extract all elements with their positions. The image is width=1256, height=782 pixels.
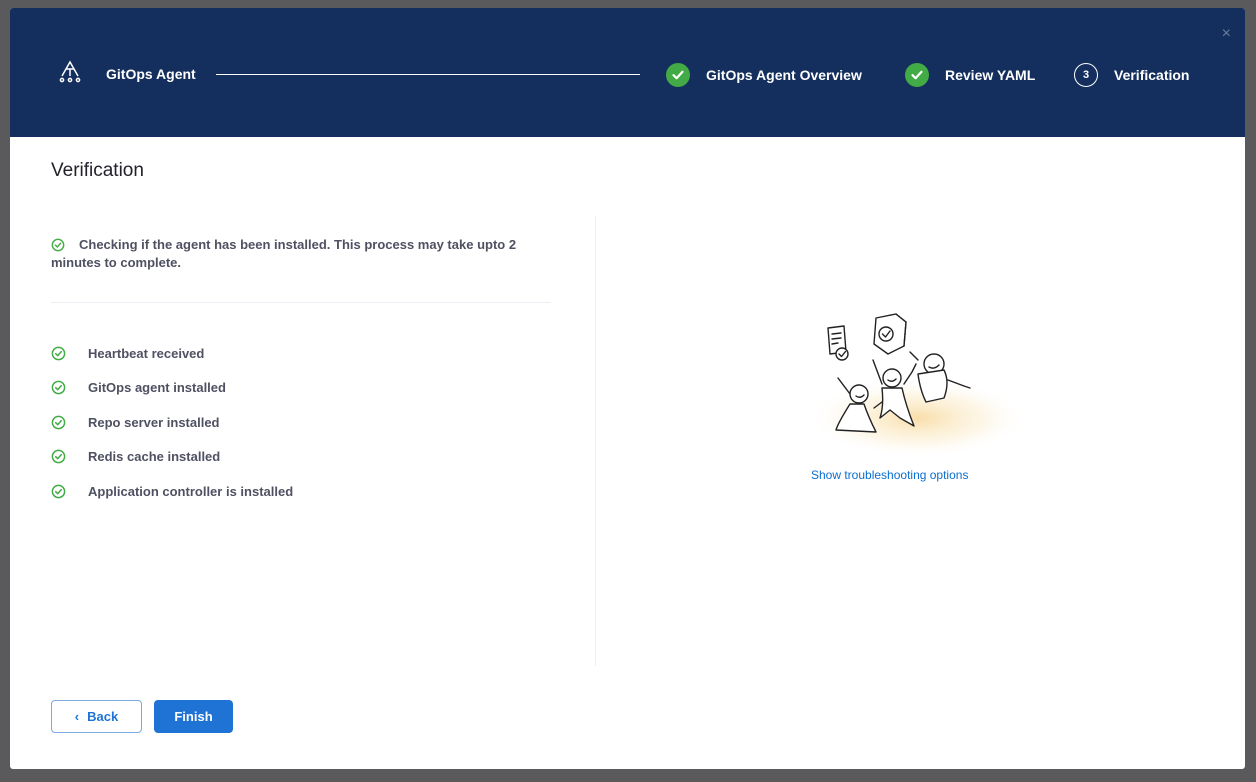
list-item: Heartbeat received — [51, 336, 293, 371]
install-status: Checking if the agent has been installed… — [51, 236, 551, 272]
step-label: Review YAML — [945, 67, 1036, 83]
page-title: Verification — [51, 160, 144, 181]
check-circle-icon — [51, 238, 65, 252]
check-list: Heartbeat received GitOps agent installe… — [51, 336, 293, 509]
chevron-left-icon: ‹ — [74, 709, 80, 724]
gitops-agent-icon — [59, 60, 81, 83]
list-item: Application controller is installed — [51, 474, 293, 509]
check-circle-icon — [51, 380, 66, 395]
agent-title: GitOps Agent — [106, 66, 196, 82]
check-circle-icon — [51, 484, 66, 499]
step-label: GitOps Agent Overview — [706, 67, 862, 83]
check-label: Repo server installed — [88, 414, 220, 430]
check-label: Redis cache installed — [88, 449, 221, 465]
check-label: GitOps agent installed — [88, 380, 226, 396]
list-item: Redis cache installed — [51, 440, 293, 475]
status-intro-text: Checking if the agent has been installed… — [51, 237, 517, 270]
check-circle-icon — [905, 63, 929, 87]
column-divider — [595, 216, 596, 666]
check-circle-icon — [666, 63, 690, 87]
step-gitops-agent-overview[interactable]: GitOps Agent Overview — [666, 62, 862, 88]
back-button[interactable]: ‹ Back — [51, 700, 142, 733]
list-item: Repo server installed — [51, 405, 293, 440]
progress-line — [216, 74, 640, 75]
list-item: GitOps agent installed — [51, 371, 293, 406]
status-intro: Checking if the agent has been installed… — [51, 236, 551, 272]
check-label: Application controller is installed — [88, 483, 294, 499]
check-circle-icon — [51, 415, 66, 430]
show-troubleshooting-link[interactable]: Show troubleshooting options — [811, 468, 968, 482]
back-button-label: Back — [87, 709, 119, 724]
check-circle-icon — [51, 346, 66, 361]
step-number: 3 — [1074, 63, 1098, 87]
close-icon[interactable]: × — [1222, 26, 1231, 42]
check-circle-icon — [51, 449, 66, 464]
divider — [51, 302, 551, 303]
finish-button[interactable]: Finish — [154, 700, 233, 733]
wizard-header: × GitOps Agent GitOps Agent Overview Rev… — [10, 8, 1245, 137]
step-review-yaml[interactable]: Review YAML — [905, 62, 1035, 88]
check-label: Heartbeat received — [88, 345, 205, 361]
celebration-illustration — [808, 313, 1028, 458]
gitops-agent-modal: × GitOps Agent GitOps Agent Overview Rev… — [10, 8, 1245, 769]
step-verification[interactable]: 3 Verification — [1074, 62, 1189, 88]
step-label: Verification — [1114, 67, 1190, 83]
